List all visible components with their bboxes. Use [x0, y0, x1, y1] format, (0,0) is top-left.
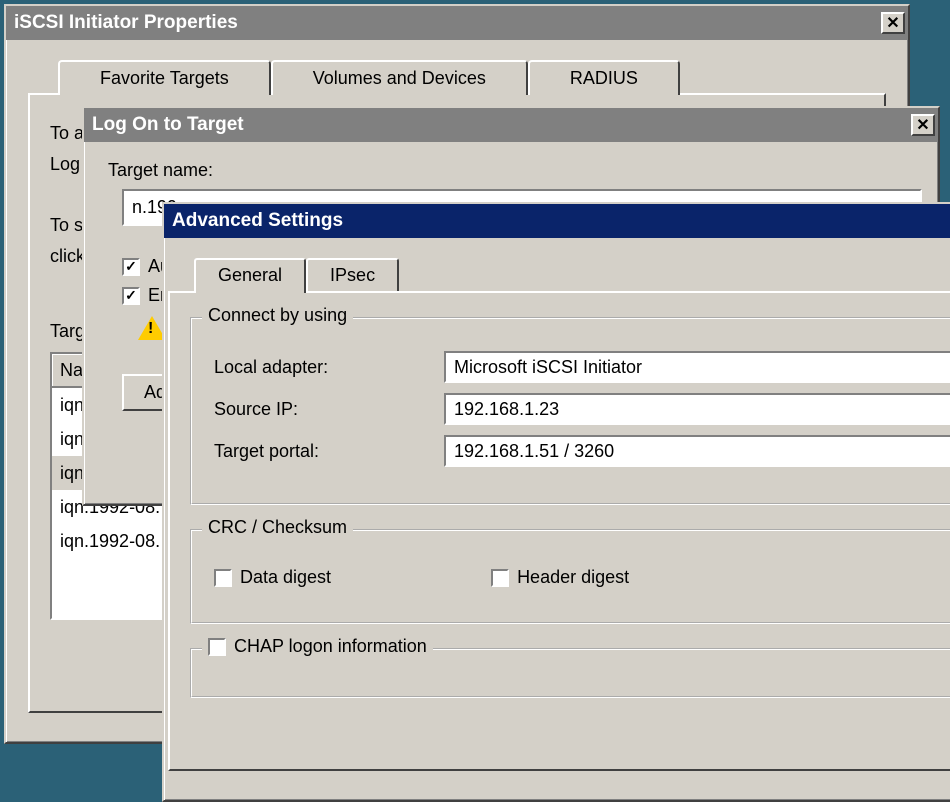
- target-name-label: Target name:: [108, 160, 914, 181]
- crc-checksum-group: CRC / Checksum Data digest Header digest: [190, 529, 950, 624]
- source-ip-select[interactable]: 192.168.1.23: [444, 393, 950, 425]
- auto-restore-checkbox[interactable]: ✓: [122, 258, 140, 276]
- table-row[interactable]: iqn.1992-08.: [52, 524, 178, 558]
- tab-radius[interactable]: RADIUS: [528, 60, 680, 95]
- top-tab-row: Favorite Targets Volumes and Devices RAD…: [58, 60, 886, 95]
- local-adapter-label: Local adapter:: [214, 357, 444, 378]
- connect-by-using-group: Connect by using Local adapter: Microsof…: [190, 317, 950, 505]
- data-digest-label: Data digest: [240, 567, 331, 588]
- iscsi-properties-title: iSCSI Initiator Properties: [14, 12, 881, 34]
- logon-target-titlebar[interactable]: Log On to Target ✕: [84, 108, 938, 142]
- source-ip-label: Source IP:: [214, 399, 444, 420]
- advanced-settings-window: Advanced Settings General IPsec Connect …: [162, 202, 950, 802]
- advanced-settings-title: Advanced Settings: [172, 210, 950, 232]
- header-digest-row: Header digest: [491, 567, 629, 588]
- logon-target-title: Log On to Target: [92, 114, 911, 136]
- advanced-tab-panel: Connect by using Local adapter: Microsof…: [168, 291, 950, 771]
- crc-legend: CRC / Checksum: [202, 517, 353, 538]
- chap-legend: CHAP logon information: [202, 636, 433, 657]
- enable-multipath-checkbox[interactable]: ✓: [122, 287, 140, 305]
- chap-enable-checkbox[interactable]: [208, 638, 226, 656]
- header-digest-label: Header digest: [517, 567, 629, 588]
- header-digest-checkbox[interactable]: [491, 569, 509, 587]
- local-adapter-select[interactable]: Microsoft iSCSI Initiator: [444, 351, 950, 383]
- advanced-settings-titlebar[interactable]: Advanced Settings: [164, 204, 950, 238]
- tab-ipsec[interactable]: IPsec: [306, 258, 399, 291]
- iscsi-properties-titlebar[interactable]: iSCSI Initiator Properties ✕: [6, 6, 908, 40]
- tab-favorite-targets[interactable]: Favorite Targets: [58, 60, 271, 95]
- advanced-tabs: General IPsec: [194, 258, 950, 291]
- connect-legend: Connect by using: [202, 305, 353, 326]
- close-icon[interactable]: ✕: [881, 12, 905, 34]
- data-digest-row: Data digest: [214, 567, 331, 588]
- target-portal-label: Target portal:: [214, 441, 444, 462]
- tab-general[interactable]: General: [194, 258, 306, 293]
- close-icon[interactable]: ✕: [911, 114, 935, 136]
- chap-group: CHAP logon information: [190, 648, 950, 698]
- tab-volumes-devices[interactable]: Volumes and Devices: [271, 60, 528, 95]
- data-digest-checkbox[interactable]: [214, 569, 232, 587]
- target-portal-select[interactable]: 192.168.1.51 / 3260: [444, 435, 950, 467]
